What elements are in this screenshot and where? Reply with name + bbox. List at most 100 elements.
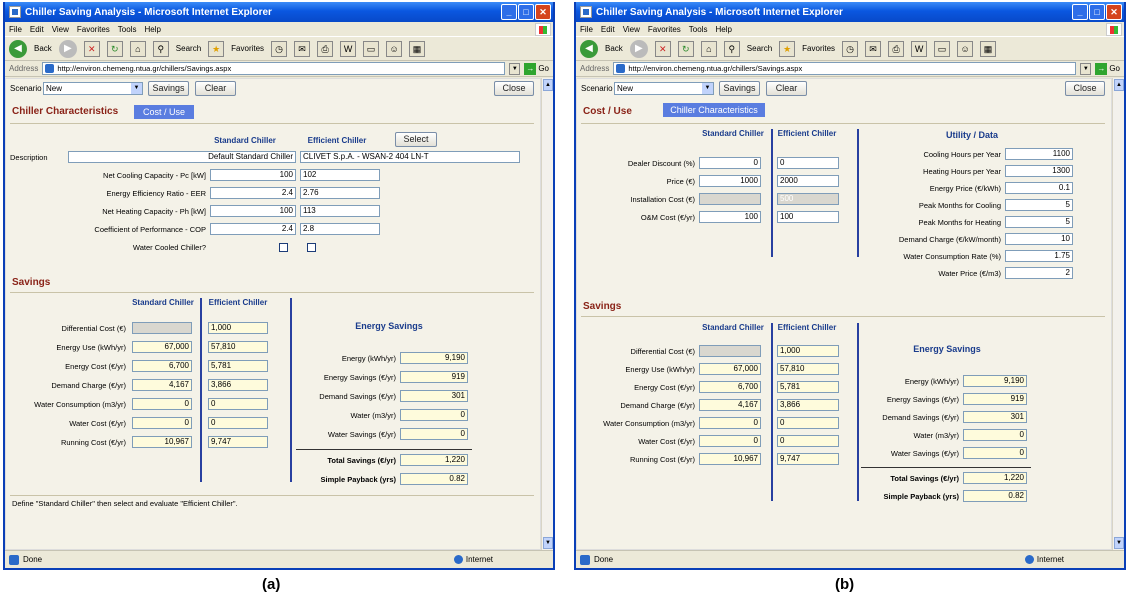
cooling-hours-input[interactable]: 1100	[1005, 148, 1073, 160]
favorites-label[interactable]: Favorites	[802, 44, 835, 53]
water-price-input[interactable]: 2	[1005, 267, 1073, 279]
history-icon[interactable]: ◷	[842, 40, 859, 57]
favorites-label[interactable]: Favorites	[231, 44, 264, 53]
om-cost-efficient-input[interactable]: 100	[777, 211, 839, 223]
vertical-scrollbar[interactable]: ▲ ▼	[1112, 78, 1124, 550]
close-button[interactable]: Close	[494, 81, 534, 96]
menu-view[interactable]: View	[623, 25, 640, 34]
energy-price-input[interactable]: 0.1	[1005, 182, 1073, 194]
search-label[interactable]: Search	[176, 44, 201, 53]
menu-edit[interactable]: Edit	[30, 25, 44, 34]
home-icon[interactable]: ⌂	[129, 40, 146, 57]
address-input[interactable]: http://environ.chemeng.ntua.gr/chillers/…	[42, 62, 506, 75]
back-arrow-icon[interactable]: ◀	[9, 39, 27, 58]
history-icon[interactable]: ◷	[271, 40, 288, 57]
mail-icon[interactable]: ✉	[294, 40, 311, 57]
savings-button[interactable]: Savings	[719, 81, 760, 96]
select-button[interactable]: Select	[395, 132, 437, 147]
print-icon[interactable]: ⎙	[317, 40, 334, 57]
search-icon[interactable]: ⚲	[152, 40, 169, 57]
scroll-up-icon[interactable]: ▲	[543, 79, 553, 91]
menu-tools[interactable]: Tools	[118, 25, 137, 34]
back-label[interactable]: Back	[605, 44, 623, 53]
forward-arrow-icon[interactable]: ▶	[629, 39, 648, 58]
discuss-icon[interactable]: ▭	[934, 40, 951, 57]
cooling-capacity-efficient-input[interactable]: 102	[300, 169, 380, 181]
refresh-icon[interactable]: ↻	[677, 40, 694, 57]
scroll-up-icon[interactable]: ▲	[1114, 79, 1124, 91]
back-label[interactable]: Back	[34, 44, 52, 53]
price-standard-input[interactable]: 1000	[699, 175, 761, 187]
stop-icon[interactable]: ✕	[83, 40, 100, 57]
go-button[interactable]: → Go	[1095, 62, 1120, 75]
description-standard-input[interactable]: Default Standard Chiller	[68, 151, 296, 163]
print-icon[interactable]: ⎙	[888, 40, 905, 57]
close-window-button[interactable]: ✕	[535, 4, 551, 20]
scenario-select[interactable]: New ▼	[43, 82, 143, 95]
water-cooled-efficient-checkbox[interactable]	[307, 243, 316, 252]
address-dropdown-icon[interactable]: ▼	[1080, 62, 1092, 75]
menu-view[interactable]: View	[52, 25, 69, 34]
back-arrow-icon[interactable]: ◀	[580, 39, 598, 58]
tab-cost-use[interactable]: Cost / Use	[134, 105, 194, 119]
address-dropdown-icon[interactable]: ▼	[509, 62, 521, 75]
home-icon[interactable]: ⌂	[700, 40, 717, 57]
peak-months-heating-input[interactable]: 5	[1005, 216, 1073, 228]
menu-help[interactable]: Help	[144, 25, 160, 34]
go-button[interactable]: → Go	[524, 62, 549, 75]
minimize-button[interactable]: _	[1072, 4, 1088, 20]
description-efficient-input[interactable]: CLIVET S.p.A. - WSAN-2 404 LN-T	[300, 151, 520, 163]
cooling-capacity-standard-input[interactable]: 100	[210, 169, 296, 181]
maximize-button[interactable]: □	[518, 4, 534, 20]
dealer-discount-standard-input[interactable]: 0	[699, 157, 761, 169]
menu-tools[interactable]: Tools	[689, 25, 708, 34]
edit-icon[interactable]: W	[911, 40, 928, 57]
edit-icon[interactable]: W	[340, 40, 357, 57]
favorites-star-icon[interactable]: ★	[779, 40, 796, 57]
dealer-discount-efficient-input[interactable]: 0	[777, 157, 839, 169]
close-button[interactable]: Close	[1065, 81, 1105, 96]
forward-arrow-icon[interactable]: ▶	[58, 39, 77, 58]
menu-edit[interactable]: Edit	[601, 25, 615, 34]
eer-standard-input[interactable]: 2.4	[210, 187, 296, 199]
menu-favorites[interactable]: Favorites	[77, 25, 110, 34]
scroll-down-icon[interactable]: ▼	[1114, 537, 1124, 549]
menu-help[interactable]: Help	[715, 25, 731, 34]
research-icon[interactable]: ▦	[980, 40, 997, 57]
demand-charge-input[interactable]: 10	[1005, 233, 1073, 245]
refresh-icon[interactable]: ↻	[106, 40, 123, 57]
price-efficient-input[interactable]: 2000	[777, 175, 839, 187]
cop-standard-input[interactable]: 2.4	[210, 223, 296, 235]
favorites-star-icon[interactable]: ★	[208, 40, 225, 57]
tab-chiller-characteristics[interactable]: Chiller Characteristics	[663, 103, 765, 117]
menu-file[interactable]: File	[9, 25, 22, 34]
heating-hours-input[interactable]: 1300	[1005, 165, 1073, 177]
clear-button[interactable]: Clear	[766, 81, 807, 96]
close-window-button[interactable]: ✕	[1106, 4, 1122, 20]
heating-capacity-standard-input[interactable]: 100	[210, 205, 296, 217]
mail-icon[interactable]: ✉	[865, 40, 882, 57]
peak-months-cooling-input[interactable]: 5	[1005, 199, 1073, 211]
stop-icon[interactable]: ✕	[654, 40, 671, 57]
clear-button[interactable]: Clear	[195, 81, 236, 96]
messenger-icon[interactable]: ☺	[957, 40, 974, 57]
vertical-scrollbar[interactable]: ▲ ▼	[541, 78, 553, 550]
eer-efficient-input[interactable]: 2.76	[300, 187, 380, 199]
savings-button[interactable]: Savings	[148, 81, 189, 96]
scenario-select[interactable]: New ▼	[614, 82, 714, 95]
search-icon[interactable]: ⚲	[723, 40, 740, 57]
cop-efficient-input[interactable]: 2.8	[300, 223, 380, 235]
scroll-down-icon[interactable]: ▼	[543, 537, 553, 549]
water-cooled-standard-checkbox[interactable]	[279, 243, 288, 252]
research-icon[interactable]: ▦	[409, 40, 426, 57]
maximize-button[interactable]: □	[1089, 4, 1105, 20]
water-consumption-rate-input[interactable]: 1.75	[1005, 250, 1073, 262]
om-cost-standard-input[interactable]: 100	[699, 211, 761, 223]
minimize-button[interactable]: _	[501, 4, 517, 20]
discuss-icon[interactable]: ▭	[363, 40, 380, 57]
address-input[interactable]: http://environ.chemeng.ntua.gr/chillers/…	[613, 62, 1077, 75]
heating-capacity-efficient-input[interactable]: 113	[300, 205, 380, 217]
search-label[interactable]: Search	[747, 44, 772, 53]
messenger-icon[interactable]: ☺	[386, 40, 403, 57]
menu-file[interactable]: File	[580, 25, 593, 34]
